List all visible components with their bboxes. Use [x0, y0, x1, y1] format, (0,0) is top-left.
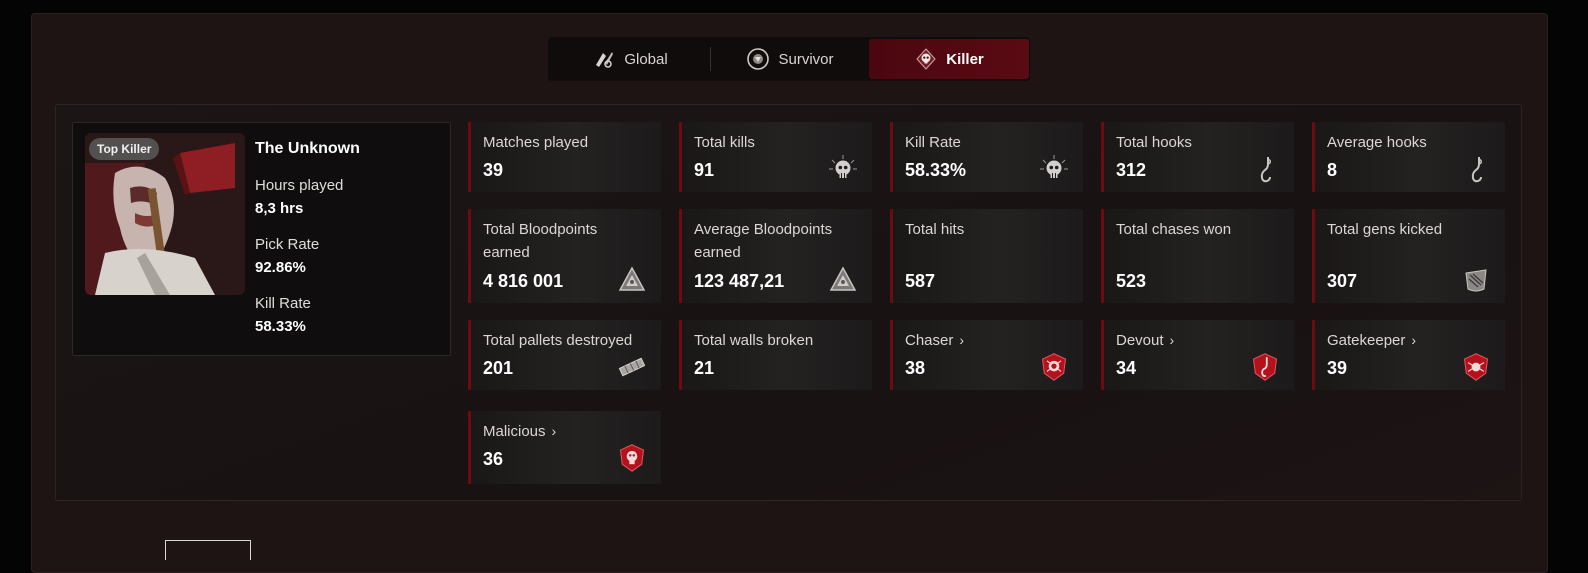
top-killer-badge: Top Killer [89, 138, 160, 160]
stat-card-total-gens-kicked: Total gens kicked 307 [1312, 209, 1505, 303]
chevron-right-icon: › [959, 332, 965, 348]
stat-card-total-chases-won: Total chases won 523 [1101, 209, 1294, 303]
stat-label: Total pallets destroyed [483, 332, 633, 349]
achievement-card-devout[interactable]: Devout › 34 [1101, 320, 1294, 390]
tab-global[interactable]: Global [550, 39, 710, 79]
stat-label: Kill Rate [905, 134, 961, 151]
stat-card-total-hooks: Total hooks 312 [1101, 122, 1294, 192]
stat-value: 587 [905, 271, 936, 291]
stat-label: Matches played [483, 134, 589, 151]
killer-skull-icon [914, 47, 938, 71]
achievement-label-row: Chaser › [905, 329, 964, 352]
achievement-label-row: Gatekeeper › [1327, 329, 1416, 352]
tab-killer-label: Killer [946, 50, 984, 68]
stat-label: Total hits [905, 221, 965, 238]
stat-card-total-bloodpoints: Total Bloodpoints earned 4 816 001 [468, 209, 661, 303]
stat-label: Total walls broken [694, 332, 814, 349]
kill-rate-value: 58.33% [255, 318, 306, 335]
role-tabs: Global Survivor Killer [548, 37, 1030, 81]
stat-card-average-hooks: Average hooks 8 [1312, 122, 1505, 192]
stat-value: 21 [694, 358, 715, 378]
tab-survivor[interactable]: Survivor [711, 39, 869, 79]
hours-played-label: Hours played [255, 177, 344, 194]
stat-label: Total kills [694, 134, 755, 151]
achievement-label: Chaser [905, 332, 954, 349]
kill-rate-label: Kill Rate [255, 295, 311, 312]
chevron-right-icon: › [1411, 332, 1417, 348]
stat-card-total-hits: Total hits 587 [890, 209, 1083, 303]
stat-value: 58.33% [905, 160, 967, 180]
stat-value: 8 [1327, 160, 1338, 180]
stat-value: 123 487,21 [694, 271, 785, 291]
chevron-right-icon: › [551, 423, 557, 439]
achievement-emblem-icon [1039, 352, 1069, 382]
achievement-emblem-icon [1250, 352, 1280, 382]
survivor-icon [746, 47, 770, 71]
stat-card-total-walls-broken: Total walls broken 21 [679, 320, 872, 390]
stat-label: Total chases won [1116, 221, 1232, 238]
stat-value: 307 [1327, 271, 1358, 291]
stat-card-average-bloodpoints: Average Bloodpoints earned 123 487,21 [679, 209, 872, 303]
stat-label: Total hooks [1116, 134, 1192, 151]
pick-rate-label: Pick Rate [255, 236, 320, 253]
stat-value: 38 [905, 358, 926, 378]
pallet-icon [617, 352, 647, 382]
generator-icon [1461, 265, 1491, 295]
pick-rate-value: 92.86% [255, 259, 306, 276]
tab-killer[interactable]: Killer [869, 39, 1029, 79]
stat-card-total-kills: Total kills 91 [679, 122, 872, 192]
killer-name: The Unknown [255, 140, 360, 157]
bloodpoints-icon [828, 265, 858, 295]
achievement-label: Gatekeeper [1327, 332, 1406, 349]
skull-icon [1039, 154, 1069, 184]
achievement-label-row: Malicious › [483, 420, 556, 443]
hook-icon [1250, 154, 1280, 184]
achievement-card-gatekeeper[interactable]: Gatekeeper › 39 [1312, 320, 1505, 390]
stat-value: 201 [483, 358, 514, 378]
stat-value: 523 [1116, 271, 1147, 291]
stat-label: Average hooks [1327, 134, 1427, 151]
stat-label: Total Bloodpoints earned [483, 221, 598, 261]
stat-value: 312 [1116, 160, 1147, 180]
bloodpoints-icon [617, 265, 647, 295]
stat-value: 4 816 001 [483, 271, 564, 291]
skull-icon [828, 154, 858, 184]
stat-value: 34 [1116, 358, 1137, 378]
stat-card-total-pallets-destroyed: Total pallets destroyed 201 [468, 320, 661, 390]
achievement-label: Malicious [483, 423, 546, 440]
achievement-card-malicious[interactable]: Malicious › 36 [468, 411, 661, 484]
stat-value: 36 [483, 449, 504, 469]
stat-card-matches-played: Matches played 39 [468, 122, 661, 192]
stat-label: Total gens kicked [1327, 221, 1443, 238]
stat-value: 39 [1327, 358, 1348, 378]
chevron-right-icon: › [1169, 332, 1175, 348]
stat-label: Average Bloodpoints earned [694, 221, 833, 261]
stat-value: 91 [694, 160, 715, 180]
outlined-box [165, 540, 251, 560]
hook-icon [1461, 154, 1491, 184]
achievement-label: Devout [1116, 332, 1164, 349]
hours-played-value: 8,3 hrs [255, 200, 304, 217]
achievement-card-chaser[interactable]: Chaser › 38 [890, 320, 1083, 390]
global-icon [592, 47, 616, 71]
achievement-label-row: Devout › [1116, 329, 1174, 352]
stat-value: 39 [483, 160, 504, 180]
tab-global-label: Global [624, 50, 668, 68]
stat-card-kill-rate: Kill Rate 58.33% [890, 122, 1083, 192]
achievement-emblem-icon [1461, 352, 1491, 382]
tab-survivor-label: Survivor [778, 50, 834, 68]
achievement-emblem-icon [617, 443, 647, 473]
